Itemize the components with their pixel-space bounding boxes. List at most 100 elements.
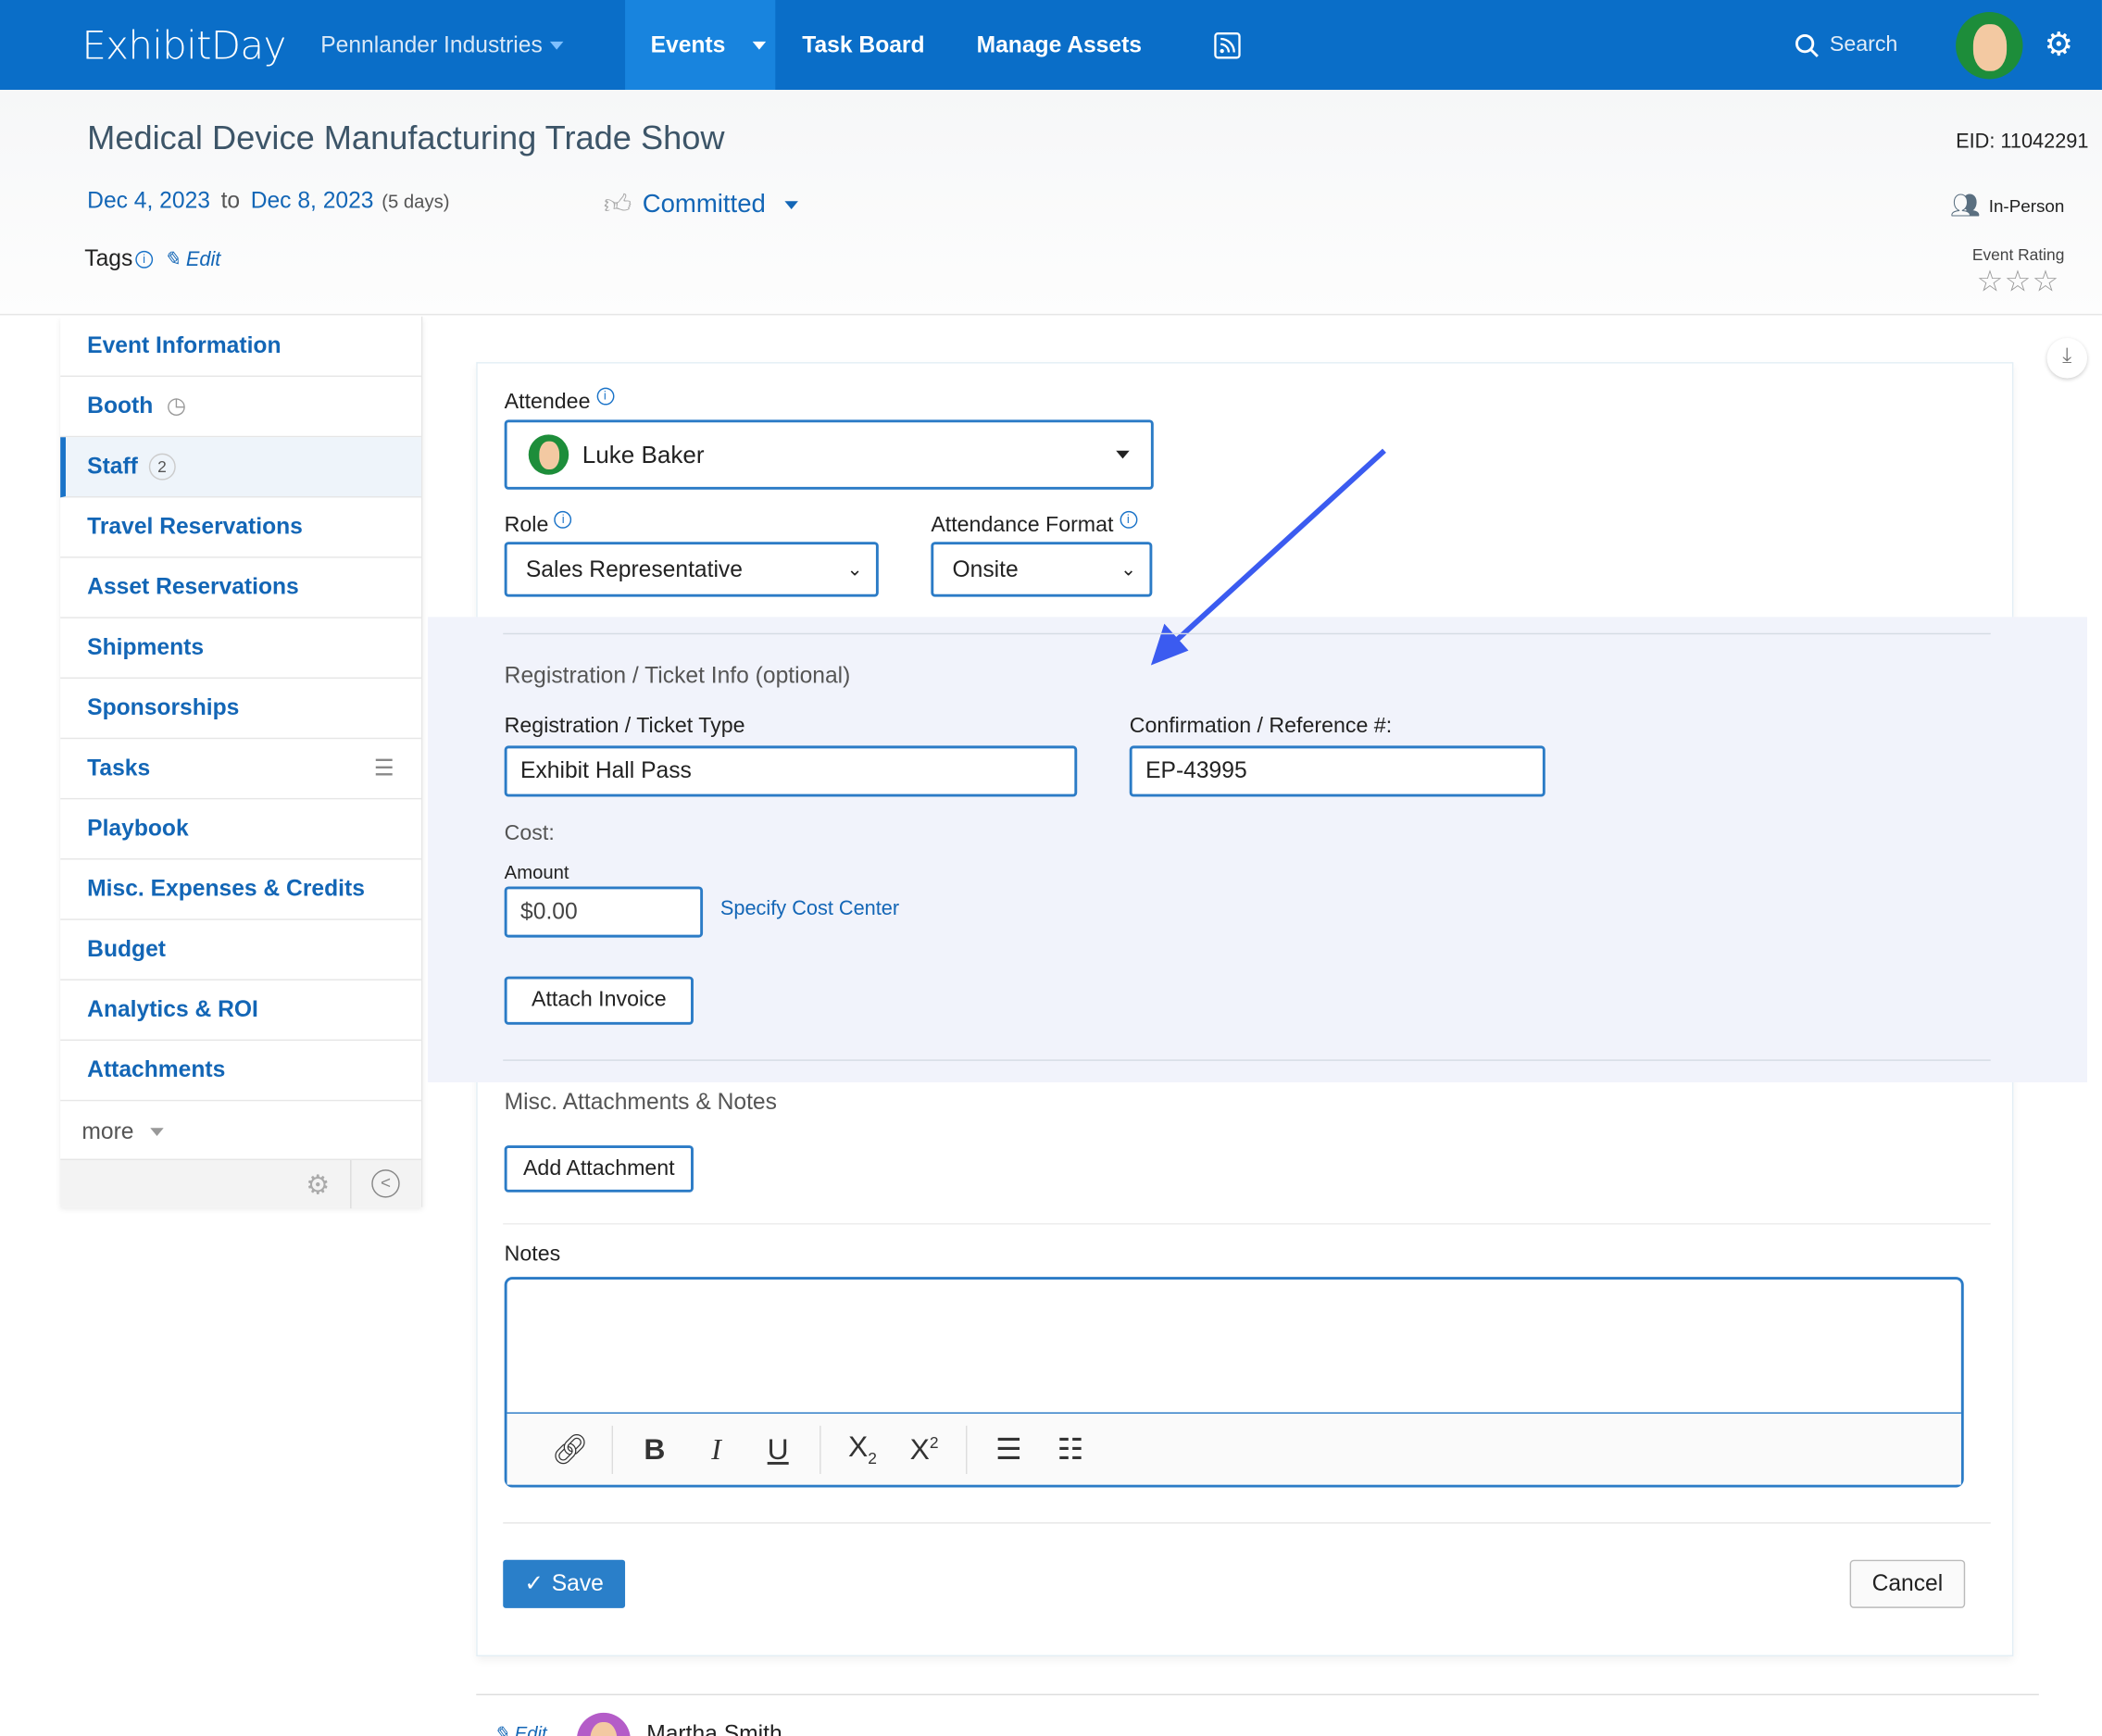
italic-icon[interactable]: I	[685, 1431, 747, 1467]
attendance-format-label: Attendance Format i	[931, 510, 1137, 538]
count-badge: 2	[148, 453, 176, 481]
people-icon: 👥︎	[1949, 192, 1982, 219]
sidebar-item-staff[interactable]: Staff 2	[60, 437, 421, 498]
sidebar-item-asset-reservations[interactable]: Asset Reservations	[60, 558, 421, 618]
attendance-format-select[interactable]: Onsite ⌄	[931, 542, 1153, 597]
nav-manage-assets[interactable]: Manage Assets	[977, 0, 1142, 90]
attendee-select[interactable]: Luke Baker	[504, 419, 1154, 490]
date-separator: to	[220, 187, 241, 214]
sidebar-item-playbook[interactable]: Playbook	[60, 799, 421, 860]
gear-icon[interactable]: ⚙	[2045, 0, 2073, 90]
notes-editor[interactable]: 🔗︎ B I U X2 X2 ☰ ☷	[504, 1277, 1964, 1488]
sidebar-item-shipments[interactable]: Shipments	[60, 618, 421, 679]
gear-icon[interactable]: ⚙	[306, 1168, 330, 1202]
misc-attachments-heading: Misc. Attachments & Notes	[504, 1089, 777, 1115]
caret-down-icon	[1116, 450, 1130, 459]
amount-input[interactable]: $0.00	[504, 886, 704, 938]
star-rating[interactable]: ☆☆☆	[1972, 264, 2065, 299]
chevron-down-icon: ⌄	[1120, 557, 1136, 580]
sidebar-footer: ⚙ <	[60, 1158, 421, 1209]
edit-tags-link[interactable]: ✎ Edit	[164, 247, 221, 271]
superscript-icon[interactable]: X2	[894, 1431, 956, 1467]
save-button[interactable]: ✓ Save	[503, 1559, 626, 1608]
subscript-icon[interactable]: X2	[832, 1430, 894, 1468]
status-label: Committed	[642, 190, 766, 219]
tags-label: Tags	[84, 245, 133, 271]
sidebar-item-label: Staff	[87, 453, 138, 480]
sidebar-item-label: Playbook	[87, 815, 189, 842]
caret-down-icon	[149, 1127, 164, 1136]
sidebar-item-analytics-roi[interactable]: Analytics & ROI	[60, 980, 421, 1042]
divider	[503, 632, 1991, 635]
link-icon[interactable]: 🔗︎	[539, 1431, 601, 1467]
info-icon[interactable]: i	[135, 250, 154, 268]
org-selector[interactable]: Pennlander Industries	[320, 0, 564, 90]
divider	[503, 1059, 1991, 1061]
logo[interactable]: ExhibitDay	[81, 0, 286, 90]
format-label: In-Person	[1988, 195, 2065, 217]
ticket-type-label: Registration / Ticket Type	[504, 715, 745, 738]
tags: Tags i ✎ Edit	[84, 245, 220, 272]
underline-icon[interactable]: U	[747, 1431, 809, 1467]
cancel-button[interactable]: Cancel	[1849, 1559, 1966, 1608]
unordered-list-icon[interactable]: ☷	[1040, 1431, 1102, 1467]
collapse-sidebar-icon[interactable]: <	[371, 1169, 400, 1198]
search-icon	[1795, 33, 1819, 57]
sidebar-item-budget[interactable]: Budget	[60, 920, 421, 980]
more-label: more	[81, 1118, 134, 1143]
thumbs-up-icon: 👍︎	[603, 190, 632, 220]
sidebar-item-travel-reservations[interactable]: Travel Reservations	[60, 497, 421, 558]
download-icon[interactable]: ⤓	[2046, 338, 2088, 379]
chevron-down-icon: ⌄	[846, 557, 863, 580]
info-icon[interactable]: i	[554, 510, 572, 529]
specify-cost-center-link[interactable]: Specify Cost Center	[720, 897, 899, 920]
sidebar-item-booth[interactable]: Booth ◷	[60, 377, 421, 438]
nav-task-board[interactable]: Task Board	[802, 0, 924, 90]
event-dates: Dec 4, 2023 to Dec 8, 2023 (5 days)	[87, 188, 449, 215]
sidebar-item-label: Attachments	[87, 1056, 226, 1083]
sidebar-item-label: Shipments	[87, 634, 205, 660]
cost-label: Cost:	[504, 821, 555, 845]
format-indicator: 👥︎ In-Person	[1950, 192, 2064, 219]
sidebar-item-label: Budget	[87, 936, 166, 962]
caret-down-icon[interactable]	[752, 41, 766, 49]
nav-events[interactable]: Events	[625, 0, 776, 91]
confirmation-input[interactable]: EP-43995	[1129, 745, 1545, 797]
event-id: EID: 11042291	[1956, 130, 2089, 154]
event-header: Medical Device Manufacturing Trade Show …	[0, 90, 2102, 316]
user-avatar[interactable]	[1956, 11, 2023, 79]
sidebar-item-event-information[interactable]: Event Information	[60, 317, 421, 378]
add-attachment-button[interactable]: Add Attachment	[504, 1145, 694, 1193]
ticket-type-input[interactable]: Exhibit Hall Pass	[504, 745, 1078, 797]
checklist-icon[interactable]: ☰	[374, 756, 394, 782]
nav-label: Events	[650, 31, 726, 57]
info-icon[interactable]: i	[595, 387, 614, 406]
role-select[interactable]: Sales Representative ⌄	[504, 542, 879, 597]
bold-icon[interactable]: B	[624, 1431, 686, 1467]
sidebar-item-tasks[interactable]: Tasks ☰	[60, 739, 421, 800]
info-icon[interactable]: i	[1119, 510, 1137, 529]
annotation-arrow	[1150, 448, 1386, 666]
sidebar-item-misc-expenses-credits[interactable]: Misc. Expenses & Credits	[60, 860, 421, 920]
sidebar-item-label: Asset Reservations	[87, 574, 299, 600]
staff-name: Martha Smith	[646, 1720, 782, 1736]
sidebar-item-attachments[interactable]: Attachments	[60, 1041, 421, 1102]
attach-invoice-button[interactable]: Attach Invoice	[504, 976, 694, 1025]
rss-feed-icon[interactable]	[1214, 0, 1241, 90]
status-dropdown[interactable]: 👍︎ Committed	[604, 189, 798, 221]
top-navbar: ExhibitDay Pennlander Industries Events …	[0, 0, 2102, 91]
attendee-value: Luke Baker	[582, 440, 705, 468]
start-date[interactable]: Dec 4, 2023	[87, 188, 210, 214]
divider	[503, 1223, 1991, 1225]
ordered-list-icon[interactable]: ☰	[978, 1431, 1040, 1467]
edit-staff-link[interactable]: ✎ Edit	[494, 1722, 547, 1736]
end-date[interactable]: Dec 8, 2023	[251, 188, 374, 214]
notes-textarea[interactable]	[507, 1280, 1961, 1414]
search-button[interactable]: Search	[1795, 0, 1897, 90]
divider	[503, 1522, 1991, 1524]
confirmation-label: Confirmation / Reference #:	[1129, 715, 1393, 738]
divider	[476, 1693, 2039, 1696]
sidebar-item-sponsorships[interactable]: Sponsorships	[60, 679, 421, 740]
sidebar-item-label: Analytics & ROI	[87, 996, 258, 1022]
more-button[interactable]: more	[60, 1101, 421, 1161]
